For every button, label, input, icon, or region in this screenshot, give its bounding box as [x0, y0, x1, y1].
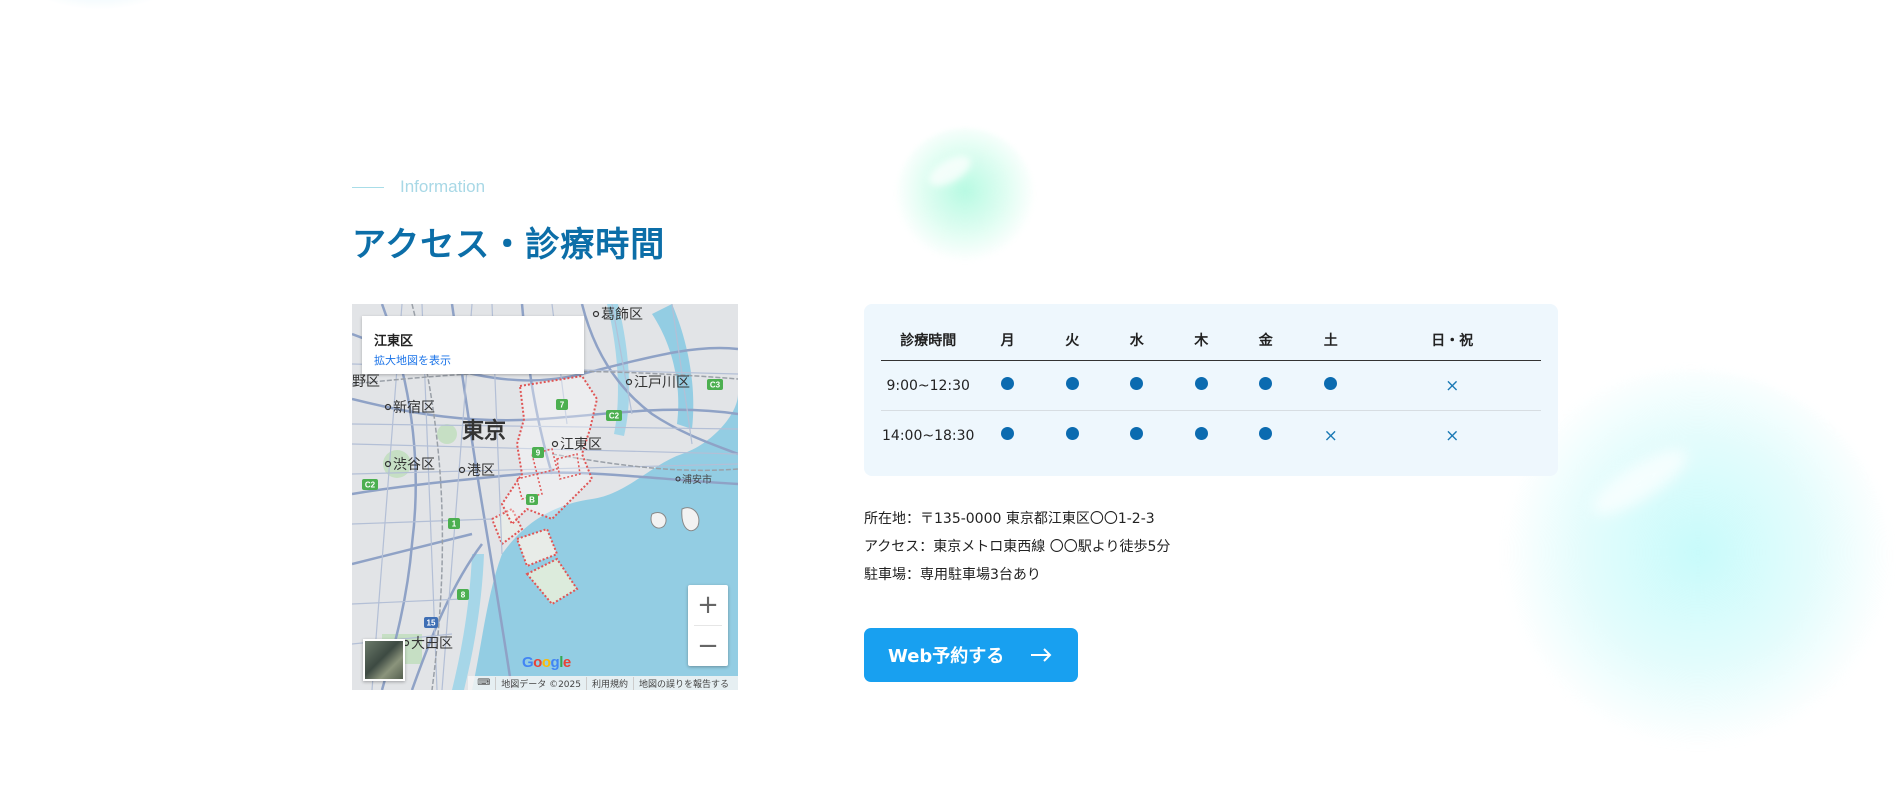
header-fri: 金	[1233, 320, 1298, 361]
svg-text:C3: C3	[710, 381, 721, 390]
svg-text:8: 8	[461, 591, 466, 600]
open-dot-icon	[1259, 377, 1273, 390]
eyebrow-line	[352, 186, 384, 188]
zoom-in-button[interactable]: +	[688, 585, 728, 625]
header-tue: 火	[1039, 320, 1105, 361]
availability-cell: ×	[1298, 411, 1364, 461]
open-dot-icon	[1130, 427, 1144, 440]
hours-time-cell: 14:00~18:30	[882, 427, 975, 444]
consultation-hours-table: 診療時間 月 火 水 木 金 土 日・祝 9:00~12:30 × 14:00~18…	[881, 320, 1541, 460]
closed-cross-icon: ×	[1323, 425, 1338, 446]
header-mon: 月	[975, 320, 1040, 361]
map-place-card: 江東区 拡大地図を表示	[362, 316, 584, 374]
availability-cell	[1040, 411, 1105, 461]
availability-cell	[1233, 360, 1298, 411]
svg-text:B: B	[529, 496, 535, 505]
open-dot-icon	[1001, 377, 1015, 390]
availability-cell	[1104, 360, 1169, 411]
open-dot-icon	[1259, 427, 1273, 440]
map-label-shinjuku-ku: 新宿区	[393, 399, 435, 416]
header-sun-holiday: 日・祝	[1363, 320, 1541, 361]
map-label-shibuya-ku: 渋谷区	[393, 457, 435, 473]
section-eyebrow: Information	[352, 177, 485, 197]
open-dot-icon	[1130, 377, 1144, 390]
web-reservation-label: Web予約する	[888, 646, 1005, 667]
hours-time-cell: 9:00~12:30	[881, 360, 976, 411]
availability-cell: ×	[1364, 411, 1541, 461]
eyebrow-text: Information	[400, 177, 486, 196]
decorative-bubble-mint	[895, 128, 1035, 268]
route-badge: C2	[362, 479, 378, 490]
section-title: アクセス・診療時間	[352, 225, 666, 265]
open-dot-icon	[1194, 427, 1208, 440]
map-report-error-link[interactable]: 地図の誤りを報告する	[632, 676, 734, 690]
closed-cross-icon: ×	[1445, 375, 1460, 396]
map-view-larger-link[interactable]: 拡大地図を表示	[374, 352, 451, 368]
route-badge: C2	[606, 410, 622, 421]
google-logo: Google	[522, 654, 571, 671]
consultation-hours-panel: 診療時間 月 火 水 木 金 土 日・祝 9:00~12:30 × 14:00~18…	[864, 304, 1558, 476]
table-row: 9:00~12:30 ×	[881, 360, 1541, 411]
keyboard-shortcuts-icon[interactable]: ⌨	[472, 678, 495, 688]
map-label-minato-ku: 港区	[467, 463, 495, 479]
map-label-nakano-ku: 野区	[352, 374, 380, 390]
svg-text:9: 9	[536, 449, 541, 458]
header-thu: 木	[1168, 320, 1234, 361]
clinic-info: 所在地：〒135-0000 東京都江東区〇〇1-2-3 アクセス：東京メトロ東西…	[864, 505, 1170, 589]
route-badge: 1	[448, 518, 460, 529]
svg-text:C2: C2	[365, 481, 376, 490]
route-badge: 7	[556, 399, 568, 410]
map-label-ota-ku: 大田区	[411, 636, 453, 652]
zoom-out-button[interactable]: −	[688, 626, 728, 666]
map-label-edogawa-ku: 江戸川区	[634, 375, 690, 391]
header-wed: 水	[1104, 320, 1169, 361]
closed-cross-icon: ×	[1445, 425, 1460, 446]
svg-text:7: 7	[560, 401, 565, 410]
table-header-row: 診療時間 月 火 水 木 金 土 日・祝	[881, 320, 1541, 361]
open-dot-icon	[1065, 427, 1079, 440]
availability-cell	[975, 360, 1040, 411]
map-label-koto-ku: 江東区	[560, 437, 602, 453]
map-label-tokyo: 東京	[462, 418, 506, 444]
availability-cell	[1039, 360, 1105, 411]
map-zoom-controls: + −	[688, 585, 728, 666]
open-dot-icon	[1001, 427, 1015, 440]
web-reservation-button[interactable]: Web予約する	[864, 628, 1078, 682]
arrow-right-icon	[1031, 648, 1052, 662]
route-badge: 15	[424, 617, 438, 628]
map-label-urayasu: 浦安市	[682, 473, 712, 486]
availability-cell	[1104, 411, 1169, 461]
route-badge: 8	[457, 589, 469, 600]
svg-text:C2: C2	[609, 412, 620, 421]
svg-text:1: 1	[452, 520, 457, 529]
map-data-credit: 地図データ ©2025	[495, 676, 586, 690]
map-attribution-bar: ⌨ 地図データ ©2025 利用規約 地図の誤りを報告する	[468, 676, 738, 690]
map-label-katsushika-ku: 葛飾区	[601, 307, 643, 323]
availability-cell	[1298, 360, 1364, 411]
availability-cell	[1169, 411, 1234, 461]
route-badge: 9	[532, 447, 544, 458]
svg-text:15: 15	[427, 619, 436, 628]
parking-text: 駐車場：専用駐車場3台あり	[864, 567, 1041, 583]
address-text: 所在地：〒135-0000 東京都江東区〇〇1-2-3	[864, 511, 1155, 527]
table-row: 14:00~18:30 × ×	[881, 411, 1541, 461]
availability-cell: ×	[1363, 360, 1541, 411]
decorative-blob-top	[20, 0, 180, 10]
header-sat: 土	[1298, 320, 1364, 361]
map-place-name: 江東区	[374, 334, 414, 349]
header-hours: 診療時間	[881, 320, 976, 361]
open-dot-icon	[1194, 377, 1208, 390]
map-terms-link[interactable]: 利用規約	[585, 676, 633, 690]
availability-cell	[975, 411, 1040, 461]
open-dot-icon	[1324, 377, 1338, 390]
open-dot-icon	[1065, 377, 1079, 390]
route-badge: B	[526, 494, 538, 505]
access-text: アクセス：東京メトロ東西線 〇〇駅より徒歩5分	[864, 539, 1171, 555]
availability-cell	[1233, 411, 1298, 461]
route-badge: C3	[707, 379, 723, 390]
embedded-map[interactable]: 7 9 C2 C2 1 B 8 15 C3 東京 江東区 新宿区 渋谷区 港区 …	[352, 304, 738, 690]
map-satellite-toggle[interactable]	[363, 639, 405, 681]
availability-cell	[1168, 360, 1234, 411]
